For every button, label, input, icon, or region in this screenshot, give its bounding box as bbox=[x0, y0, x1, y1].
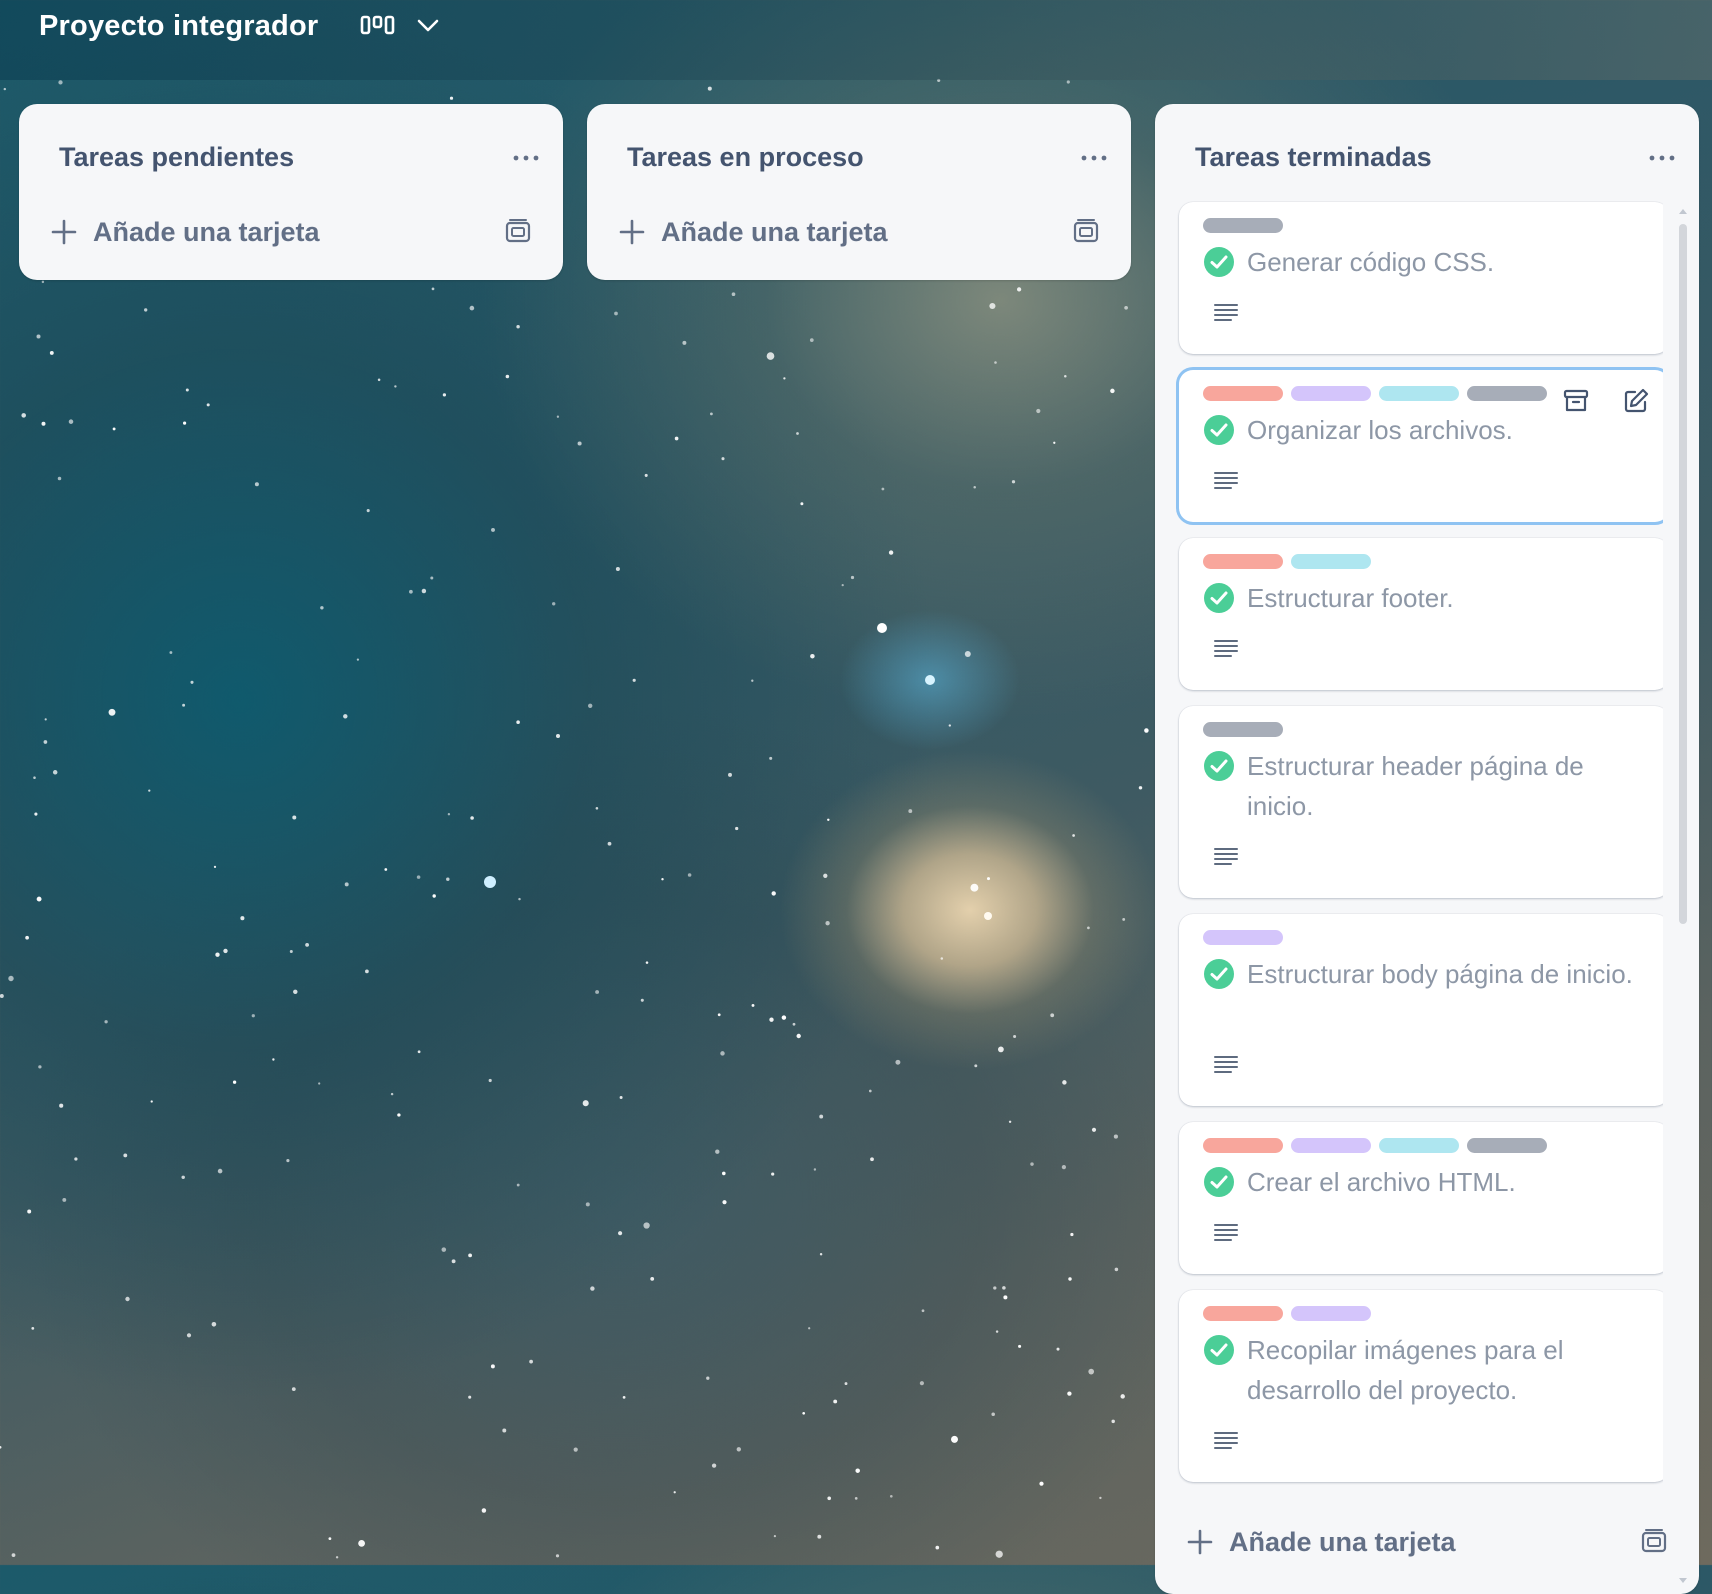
label-gray[interactable] bbox=[1203, 218, 1283, 233]
label-cyan[interactable] bbox=[1379, 386, 1459, 401]
card[interactable]: Estructurar body página de inicio. bbox=[1179, 914, 1663, 1106]
card-labels bbox=[1203, 218, 1283, 233]
create-from-template-button[interactable] bbox=[501, 215, 535, 249]
list-title[interactable]: Tareas en proceso bbox=[627, 142, 864, 173]
more-horizontal-icon bbox=[1081, 155, 1107, 160]
list-title[interactable]: Tareas pendientes bbox=[59, 142, 294, 173]
check-circle-icon[interactable] bbox=[1203, 1334, 1235, 1366]
card-labels bbox=[1203, 1306, 1371, 1321]
label-red[interactable] bbox=[1203, 386, 1283, 401]
card[interactable]: Estructurar footer. bbox=[1179, 538, 1663, 690]
add-card-row: Añade una tarjeta bbox=[619, 212, 1103, 252]
list-menu-button[interactable] bbox=[509, 143, 543, 173]
description-icon bbox=[1214, 472, 1238, 489]
card-quick-actions bbox=[1559, 384, 1653, 418]
add-card-button[interactable]: Añade una tarjeta bbox=[51, 217, 320, 248]
check-circle-icon[interactable] bbox=[1203, 1166, 1235, 1198]
label-purple[interactable] bbox=[1203, 930, 1283, 945]
list-scrollbar[interactable] bbox=[1677, 206, 1689, 1586]
label-gray[interactable] bbox=[1467, 386, 1547, 401]
add-card-label: Añade una tarjeta bbox=[661, 216, 888, 247]
plus-icon bbox=[619, 219, 645, 245]
list-menu-button[interactable] bbox=[1077, 143, 1111, 173]
card[interactable]: Organizar los archivos. bbox=[1179, 370, 1663, 522]
card-labels bbox=[1203, 1138, 1547, 1153]
more-horizontal-icon bbox=[1649, 155, 1675, 160]
description-icon bbox=[1214, 1056, 1238, 1073]
list-tareas-pendientes: Tareas pendientes Añade una tarjeta bbox=[19, 104, 563, 280]
scroll-up-arrow-icon bbox=[1679, 209, 1687, 214]
list-header: Tareas terminadas bbox=[1195, 142, 1679, 173]
label-purple[interactable] bbox=[1291, 1306, 1371, 1321]
list-menu-button[interactable] bbox=[1645, 143, 1679, 173]
description-icon bbox=[1214, 640, 1238, 657]
add-card-row: Añade una tarjeta bbox=[1187, 1522, 1671, 1562]
archive-icon bbox=[1563, 389, 1589, 412]
list-tareas-en-proceso: Tareas en proceso Añade una tarjeta bbox=[587, 104, 1131, 280]
chevron-down-icon[interactable] bbox=[416, 14, 440, 38]
template-icon bbox=[1641, 1529, 1667, 1553]
archive-button[interactable] bbox=[1559, 384, 1593, 418]
label-purple[interactable] bbox=[1291, 386, 1371, 401]
label-cyan[interactable] bbox=[1379, 1138, 1459, 1153]
label-cyan[interactable] bbox=[1291, 554, 1371, 569]
label-purple[interactable] bbox=[1291, 1138, 1371, 1153]
check-circle-icon[interactable] bbox=[1203, 958, 1235, 990]
plus-icon bbox=[1187, 1529, 1213, 1555]
list-tareas-terminadas: Tareas terminadas Generar código CSS. Org… bbox=[1155, 104, 1699, 1594]
description-icon bbox=[1214, 1224, 1238, 1241]
description-icon bbox=[1214, 304, 1238, 321]
template-icon bbox=[505, 219, 531, 243]
plus-icon bbox=[51, 219, 77, 245]
card[interactable]: Generar código CSS. bbox=[1179, 202, 1663, 354]
description-icon bbox=[1214, 848, 1238, 865]
check-circle-icon[interactable] bbox=[1203, 582, 1235, 614]
add-card-button[interactable]: Añade una tarjeta bbox=[1187, 1527, 1456, 1558]
board-header: Proyecto integrador bbox=[0, 0, 1712, 80]
label-red[interactable] bbox=[1203, 1138, 1283, 1153]
description-icon bbox=[1214, 1432, 1238, 1449]
label-gray[interactable] bbox=[1203, 722, 1283, 737]
scrollbar-thumb[interactable] bbox=[1679, 224, 1687, 924]
add-card-button[interactable]: Añade una tarjeta bbox=[619, 217, 888, 248]
create-from-template-button[interactable] bbox=[1069, 215, 1103, 249]
list-header: Tareas en proceso bbox=[627, 142, 1111, 173]
add-card-row: Añade una tarjeta bbox=[51, 212, 535, 252]
card[interactable]: Crear el archivo HTML. bbox=[1179, 1122, 1663, 1274]
edit-button[interactable] bbox=[1619, 384, 1653, 418]
card-title: Recopilar imágenes para el desarrollo de… bbox=[1247, 1335, 1564, 1405]
template-icon bbox=[1073, 219, 1099, 243]
check-circle-icon[interactable] bbox=[1203, 246, 1235, 278]
card-title: Estructurar header página de inicio. bbox=[1247, 751, 1584, 821]
card-title: Crear el archivo HTML. bbox=[1247, 1167, 1516, 1197]
check-circle-icon[interactable] bbox=[1203, 414, 1235, 446]
label-gray[interactable] bbox=[1467, 1138, 1547, 1153]
label-red[interactable] bbox=[1203, 1306, 1283, 1321]
card-labels bbox=[1203, 930, 1283, 945]
card[interactable]: Estructurar header página de inicio. bbox=[1179, 706, 1663, 898]
card-title: Generar código CSS. bbox=[1247, 247, 1495, 277]
card-title: Estructurar footer. bbox=[1247, 583, 1454, 613]
label-red[interactable] bbox=[1203, 554, 1283, 569]
add-card-label: Añade una tarjeta bbox=[93, 216, 320, 247]
card-labels bbox=[1203, 722, 1283, 737]
list-title[interactable]: Tareas terminadas bbox=[1195, 142, 1432, 173]
card-labels bbox=[1203, 554, 1371, 569]
check-circle-icon[interactable] bbox=[1203, 750, 1235, 782]
scroll-down-arrow-icon bbox=[1679, 1578, 1687, 1583]
add-card-label: Añade una tarjeta bbox=[1229, 1526, 1456, 1557]
list-header: Tareas pendientes bbox=[59, 142, 543, 173]
card-labels bbox=[1203, 386, 1547, 401]
card-list: Generar código CSS. Organizar los archivo… bbox=[1169, 200, 1663, 1590]
card[interactable]: Recopilar imágenes para el desarrollo de… bbox=[1179, 1290, 1663, 1482]
more-horizontal-icon bbox=[513, 155, 539, 160]
board-title[interactable]: Proyecto integrador bbox=[39, 10, 318, 43]
edit-icon bbox=[1624, 388, 1649, 413]
board-view-switcher[interactable] bbox=[360, 14, 440, 38]
create-from-template-button[interactable] bbox=[1637, 1525, 1671, 1559]
card-title: Estructurar body página de inicio. bbox=[1247, 959, 1633, 989]
board-view-icon bbox=[361, 15, 395, 35]
